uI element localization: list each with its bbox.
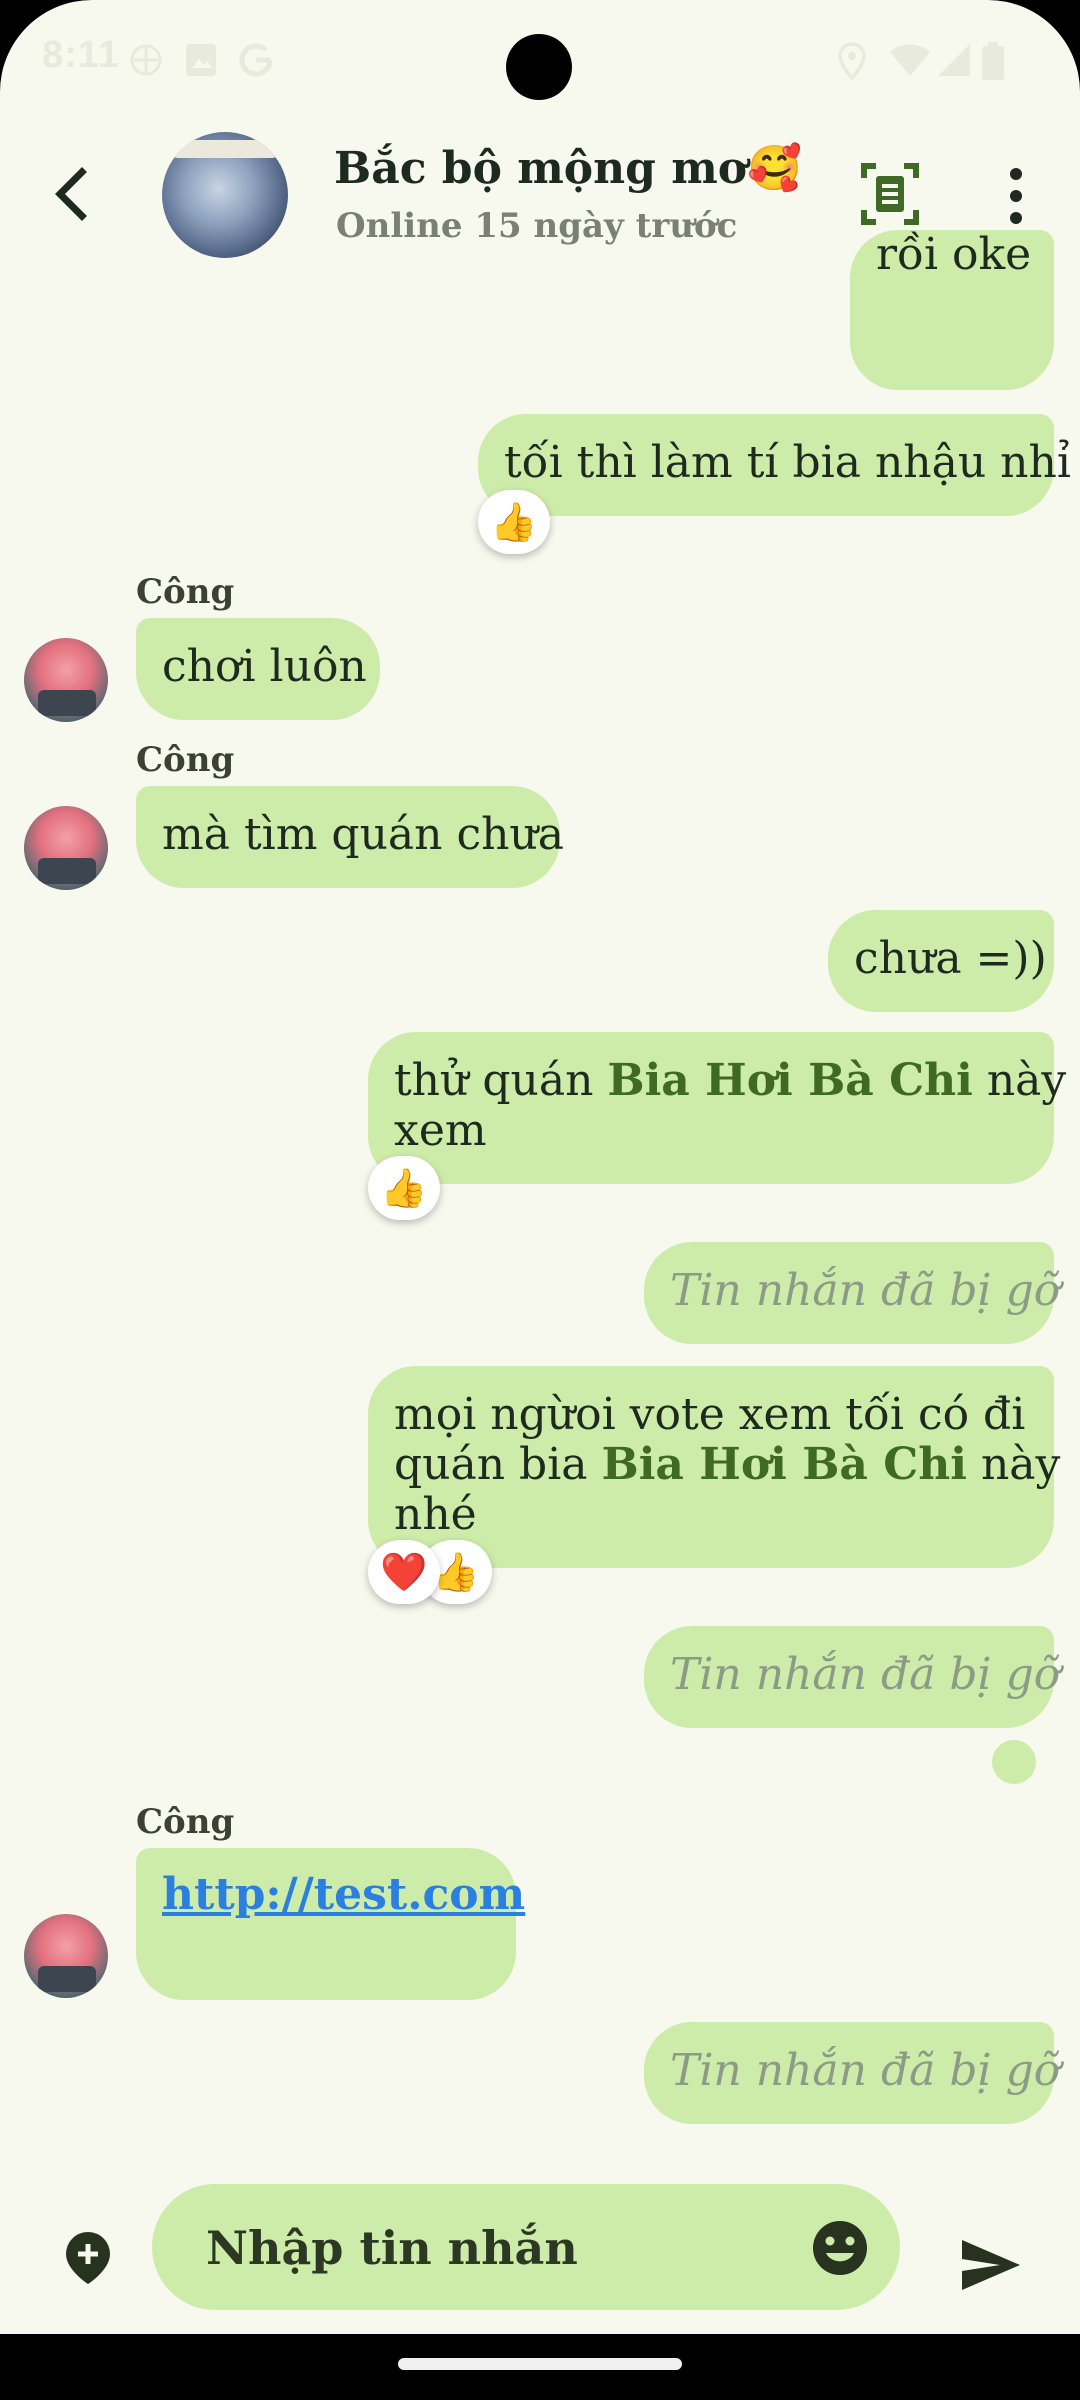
message-bubble-out[interactable]: thử quán Bia Hơi Bà Chi này xem bbox=[368, 1032, 1066, 1184]
send-icon[interactable] bbox=[960, 2238, 1022, 2292]
place-link[interactable]: Bia Hơi Bà Chi bbox=[602, 1439, 967, 1490]
message-text: này bbox=[966, 1439, 1061, 1490]
message-bubble-in[interactable]: chơi luôn bbox=[136, 618, 380, 720]
message-bubble-in[interactable]: mà tìm quán chưa bbox=[136, 786, 564, 888]
message-bubble-out[interactable]: chưa =)) bbox=[828, 910, 1054, 1012]
message-text: mà tìm quán chưa bbox=[162, 809, 565, 860]
message-bubble-out[interactable]: tối thì làm tí bia nhậu nhỉ bbox=[478, 414, 1071, 516]
deleted-message-text: Tin nhắn đã bị gỡ bbox=[670, 2045, 1061, 2096]
google-icon bbox=[239, 43, 273, 77]
online-status: Online 15 ngày trước bbox=[336, 206, 738, 246]
deleted-message-bubble[interactable]: Tin nhắn đã bị gỡ bbox=[644, 1242, 1060, 1344]
message-text: này bbox=[972, 1055, 1067, 1106]
photo-icon bbox=[186, 44, 216, 76]
message-text: mọi ngừoi vote xem tối có đi bbox=[394, 1389, 1026, 1440]
attach-location-icon[interactable] bbox=[62, 2230, 114, 2286]
message-text: thử quán bbox=[394, 1055, 608, 1106]
status-bar: 8:11 bbox=[0, 0, 1080, 120]
gesture-navigation-bar[interactable] bbox=[398, 2358, 682, 2370]
group-avatar[interactable] bbox=[162, 132, 288, 258]
wifi-icon bbox=[890, 44, 930, 76]
read-receipt-indicator bbox=[992, 1740, 1036, 1784]
message-text: quán bia bbox=[394, 1439, 602, 1490]
message-text: chưa =)) bbox=[854, 933, 1047, 984]
camera-cutout bbox=[506, 34, 572, 100]
message-input-container[interactable] bbox=[152, 2184, 900, 2312]
sender-name: Công bbox=[136, 740, 235, 780]
message-line: thử quán Bia Hơi Bà Chi này bbox=[394, 1055, 1066, 1106]
deleted-message-bubble[interactable]: Tin nhắn đã bị gỡ bbox=[644, 1626, 1060, 1728]
message-text: rồi oke bbox=[876, 229, 1032, 280]
message-input[interactable] bbox=[204, 2184, 768, 2312]
sender-avatar[interactable] bbox=[24, 638, 108, 722]
message-text: tối thì làm tí bia nhậu nhỉ bbox=[504, 437, 1071, 488]
sender-name: Công bbox=[136, 572, 235, 612]
message-bubble-out[interactable]: mọi ngừoi vote xem tối có đi quán bia Bi… bbox=[368, 1366, 1060, 1568]
notes-icon[interactable] bbox=[860, 162, 920, 226]
more-vertical-icon[interactable] bbox=[996, 166, 1036, 226]
message-list[interactable]: rồi oke tối thì làm tí bia nhậu nhỉ 👍 Cô… bbox=[0, 230, 1080, 2150]
message-composer bbox=[0, 2150, 1080, 2334]
sender-avatar[interactable] bbox=[24, 1914, 108, 1998]
reaction-thumbs-up[interactable]: 👍 bbox=[368, 1156, 440, 1220]
deleted-message-text: Tin nhắn đã bị gỡ bbox=[670, 1649, 1061, 1700]
reaction-heart[interactable]: ❤️ bbox=[368, 1540, 440, 1604]
back-arrow-icon[interactable] bbox=[44, 162, 100, 226]
reaction-thumbs-up[interactable]: 👍 bbox=[478, 490, 550, 554]
vpn-icon bbox=[130, 44, 162, 76]
message-text: xem bbox=[394, 1105, 487, 1156]
signal-icon bbox=[938, 44, 970, 76]
message-bubble-out[interactable]: rồi oke bbox=[850, 230, 1054, 390]
battery-icon bbox=[982, 42, 1004, 80]
place-link[interactable]: Bia Hơi Bà Chi bbox=[607, 1055, 972, 1106]
sender-name: Công bbox=[136, 1802, 235, 1842]
deleted-message-text: Tin nhắn đã bị gỡ bbox=[670, 1265, 1061, 1316]
message-bubble-in[interactable]: http://test.com bbox=[136, 1848, 525, 2000]
status-time: 8:11 bbox=[42, 34, 120, 76]
chat-title[interactable]: Bắc bộ mộng mơ🥰 bbox=[334, 142, 802, 194]
deleted-message-bubble[interactable]: Tin nhắn đã bị gỡ bbox=[644, 2022, 1060, 2124]
chat-screen: 8:11 Bắc bộ mộng mơ🥰 Online 15 ngày trướ… bbox=[0, 0, 1080, 2334]
message-text: chơi luôn bbox=[162, 641, 367, 692]
sender-avatar[interactable] bbox=[24, 806, 108, 890]
message-text: nhé bbox=[394, 1489, 477, 1540]
location-icon bbox=[838, 42, 866, 80]
message-link[interactable]: http://test.com bbox=[162, 1869, 525, 1920]
emoji-icon[interactable] bbox=[810, 2218, 870, 2278]
message-line: quán bia Bia Hơi Bà Chi này bbox=[394, 1439, 1060, 1490]
